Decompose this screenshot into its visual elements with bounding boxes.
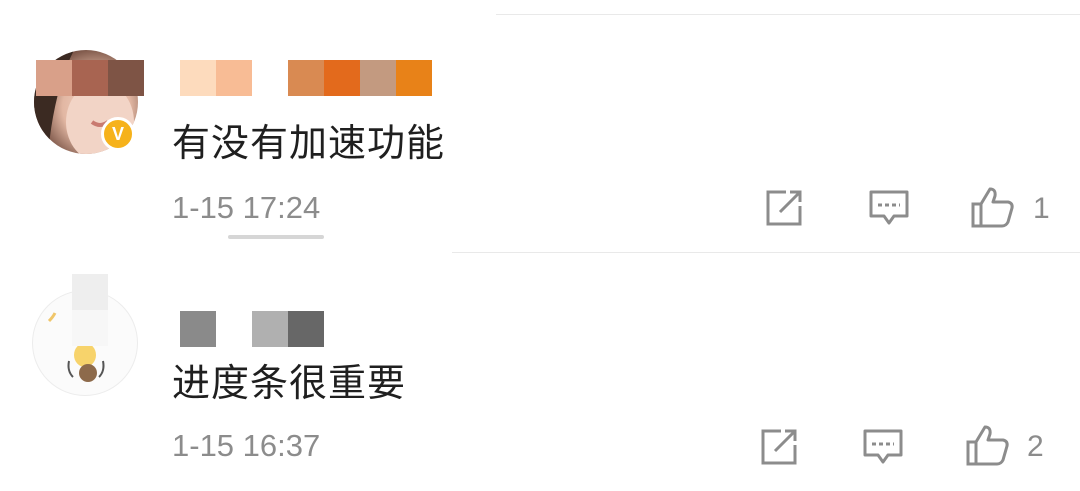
username-mosaic[interactable]: [180, 60, 432, 96]
comment-text[interactable]: 进度条很重要: [172, 352, 406, 407]
mosaic-gap: [252, 60, 288, 96]
mosaic-cell: [324, 60, 360, 96]
verified-badge: V: [101, 117, 135, 151]
mosaic-cell: [180, 60, 216, 96]
like-count: 1: [1033, 192, 1050, 225]
comment-icon[interactable]: [862, 428, 904, 466]
mosaic-cell: [360, 60, 396, 96]
comment-time: 1-15 17:24: [172, 190, 321, 225]
comment-item: V 有没有加速功能 1-15 17:24 1: [0, 0, 1080, 252]
mosaic-cell: [288, 60, 324, 96]
avatar-mosaic: [36, 60, 144, 96]
mosaic-cell: [72, 274, 108, 310]
share-icon[interactable]: [764, 188, 804, 228]
mosaic-cell: [72, 60, 108, 96]
scribble-mark: [228, 235, 324, 239]
comment-item: 进度条很重要 1-15 16:37 2: [0, 252, 1080, 491]
mosaic-cell: [72, 310, 108, 346]
comment-icon[interactable]: [868, 189, 910, 227]
mosaic-cell: [108, 60, 144, 96]
thumbs-up-icon[interactable]: [965, 424, 1011, 466]
thumbs-up-icon[interactable]: [970, 186, 1016, 228]
username-mosaic[interactable]: [180, 311, 324, 347]
share-icon[interactable]: [759, 427, 799, 467]
like-count: 2: [1027, 430, 1044, 463]
mosaic-cell: [396, 60, 432, 96]
mosaic-cell: [180, 311, 216, 347]
mosaic-cell: [36, 60, 72, 96]
mosaic-cell: [252, 311, 288, 347]
mosaic-gap: [216, 311, 252, 347]
avatar-mosaic: [72, 274, 108, 346]
mosaic-cell: [216, 60, 252, 96]
comment-text[interactable]: 有没有加速功能: [172, 112, 445, 167]
mosaic-cell: [288, 311, 324, 347]
comment-time: 1-15 16:37: [172, 428, 321, 463]
